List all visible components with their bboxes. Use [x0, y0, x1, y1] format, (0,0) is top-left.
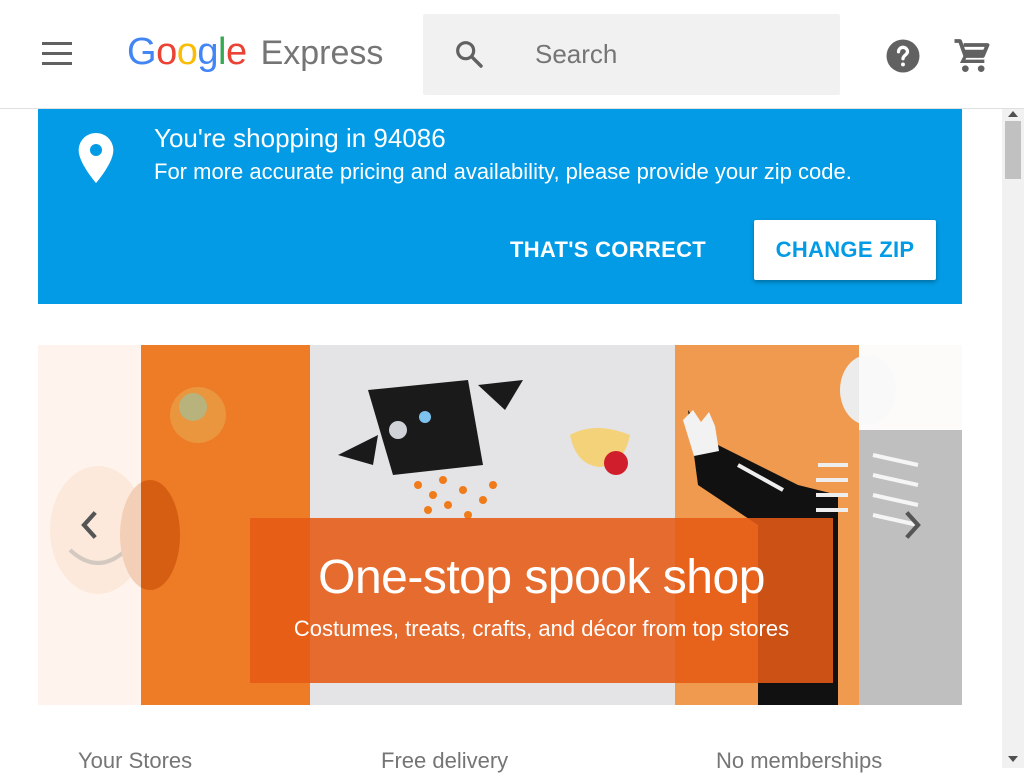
scroll-down-arrow-icon[interactable] [1008, 756, 1018, 762]
search-input[interactable] [535, 34, 825, 74]
promo-carousel[interactable]: One-stop spook shop Costumes, treats, cr… [38, 345, 962, 705]
promo-title: One-stop spook shop [318, 551, 765, 604]
search-box[interactable] [423, 14, 840, 95]
value-prop-item: Your Stores [78, 748, 193, 773]
chevron-left-icon[interactable] [74, 505, 104, 545]
app-header: Google Express [0, 0, 1024, 109]
logo-letter: G [127, 31, 157, 73]
location-pin-icon [78, 133, 114, 183]
zip-code-banner: You're shopping in 94086 For more accura… [38, 109, 962, 304]
value-prop-item: Free delivery [381, 748, 509, 773]
logo-letter: o [156, 31, 177, 73]
logo-product-name: Express [260, 34, 384, 72]
menu-icon[interactable] [40, 40, 74, 68]
zip-banner-subtitle: For more accurate pricing and availabili… [154, 159, 852, 184]
chevron-right-icon[interactable] [898, 505, 928, 545]
logo-letter: g [197, 31, 218, 73]
scroll-thumb[interactable] [1005, 121, 1021, 179]
search-icon[interactable] [453, 38, 485, 70]
logo-letter: l [217, 31, 226, 73]
scroll-up-arrow-icon[interactable] [1008, 111, 1018, 117]
google-express-logo[interactable]: Google Express [127, 31, 383, 79]
value-props-row: Your Stores Free delivery No memberships [0, 748, 1000, 778]
zip-banner-title: You're shopping in 94086 [154, 123, 446, 153]
logo-letter: e [225, 31, 247, 73]
promo-card[interactable]: One-stop spook shop Costumes, treats, cr… [250, 518, 833, 683]
thats-correct-button[interactable]: THAT'S CORRECT [508, 221, 708, 279]
page-scrollbar[interactable] [1002, 109, 1024, 768]
change-zip-button[interactable]: CHANGE ZIP [754, 220, 936, 280]
cart-icon[interactable] [952, 36, 992, 76]
help-icon[interactable] [885, 38, 921, 74]
value-prop-item: No memberships [716, 748, 883, 773]
promo-subtitle: Costumes, treats, crafts, and décor from… [293, 616, 790, 641]
logo-letter: o [176, 31, 198, 73]
